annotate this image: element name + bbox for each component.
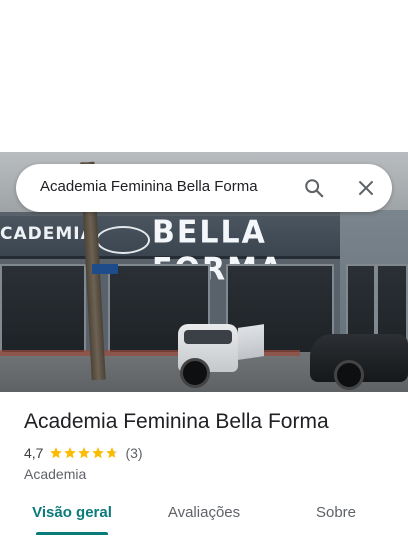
photo-white-car-window <box>184 330 232 344</box>
place-title: Academia Feminina Bella Forma <box>24 410 329 433</box>
search-bar[interactable]: Academia Feminina Bella Forma <box>16 164 392 212</box>
tab-about[interactable]: Sobre <box>286 498 386 532</box>
photo-sign-logo <box>96 226 150 254</box>
map-blank-area <box>0 0 408 152</box>
photo-open-car-door <box>238 324 264 360</box>
tab-reviews[interactable]: Avaliações <box>154 498 254 532</box>
photo-sign-text-left: CADEMIA <box>0 224 95 244</box>
star-icon <box>78 447 91 459</box>
rating-stars <box>49 446 119 460</box>
star-icon <box>92 447 105 459</box>
photo-street-sign <box>92 264 118 274</box>
search-input[interactable]: Academia Feminina Bella Forma <box>40 178 258 195</box>
star-icon <box>106 447 119 459</box>
photo-wheel <box>334 360 364 390</box>
tab-bar: Visão geral Avaliações Sobre <box>0 498 408 544</box>
close-icon[interactable] <box>352 174 380 202</box>
review-count[interactable]: (3) <box>125 445 142 461</box>
photo-wheel <box>180 358 210 388</box>
search-icon[interactable] <box>300 174 328 202</box>
star-icon <box>64 447 77 459</box>
rating-row[interactable]: 4,7 (3) <box>24 445 143 461</box>
rating-value: 4,7 <box>24 445 44 461</box>
tab-overview[interactable]: Visão geral <box>22 498 122 532</box>
active-tab-indicator <box>36 532 108 535</box>
place-category[interactable]: Academia <box>24 466 86 482</box>
photo-window <box>0 264 86 356</box>
star-icon <box>50 447 63 459</box>
